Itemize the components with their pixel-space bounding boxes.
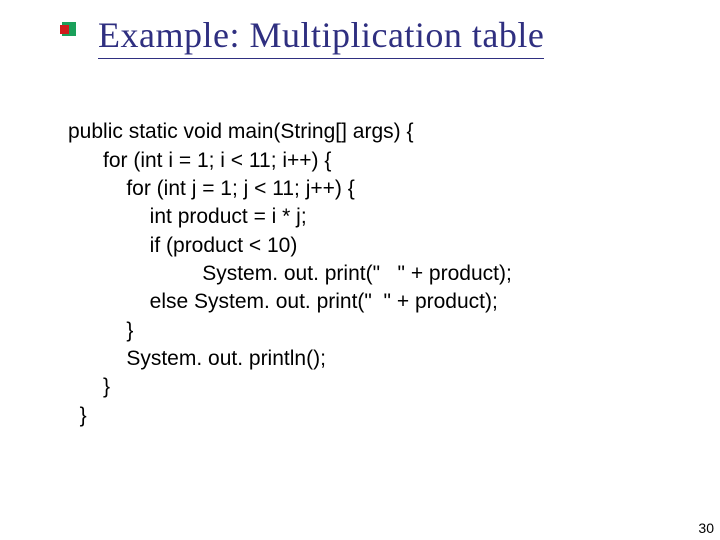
code-line: for (int j = 1; j < 11; j++) { <box>68 177 355 200</box>
slide-title-row: Example: Multiplication table <box>60 14 680 59</box>
code-line: public static void main(String[] args) { <box>68 120 413 143</box>
code-line: System. out. println(); <box>68 347 326 370</box>
code-line: if (product < 10) <box>68 234 297 257</box>
code-line: } <box>68 375 110 398</box>
code-block: public static void main(String[] args) {… <box>68 90 512 430</box>
code-line: System. out. print(" " + product); <box>68 262 512 285</box>
slide-title: Example: Multiplication table <box>98 14 544 59</box>
code-line: for (int i = 1; i < 11; i++) { <box>68 149 331 172</box>
page-number: 30 <box>698 520 714 536</box>
code-line: } <box>68 319 133 342</box>
title-bullet-icon <box>60 20 78 38</box>
code-line: } <box>68 404 87 427</box>
code-line: int product = i * j; <box>68 205 307 228</box>
code-line: else System. out. print(" " + product); <box>68 290 498 313</box>
